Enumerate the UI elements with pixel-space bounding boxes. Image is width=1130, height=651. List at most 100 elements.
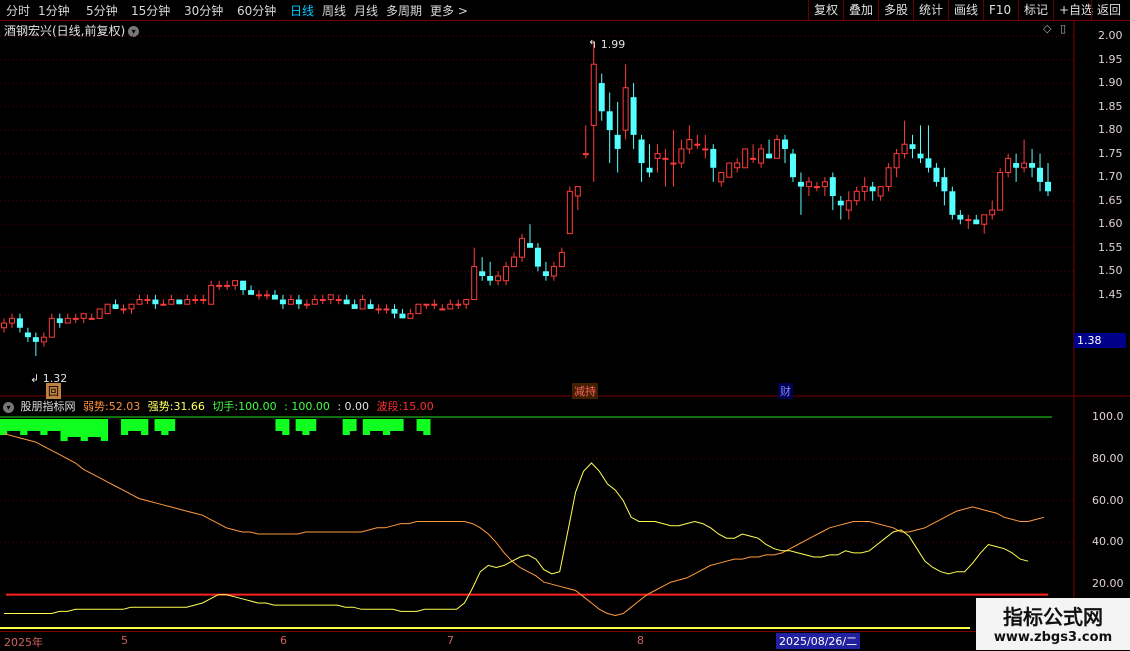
candle-body (423, 303, 430, 306)
watermark: 指标公式网 www.zbgs3.com (976, 598, 1130, 650)
chart-canvas (0, 20, 1130, 631)
candle-body (654, 153, 661, 159)
top-bar (60, 419, 68, 441)
candle-body (941, 177, 948, 192)
candle-body (327, 294, 334, 301)
event-marker-finance[interactable]: 财 (778, 383, 793, 399)
candle-body (726, 162, 733, 178)
candle-body (981, 214, 988, 225)
candle-body (295, 299, 302, 305)
candle-body (256, 294, 263, 297)
candle-body (160, 303, 167, 306)
top-bar (302, 419, 310, 435)
candle-body (303, 303, 310, 306)
candle-body (566, 190, 573, 235)
indicator-tick-label: 100.0 (1092, 410, 1124, 423)
candle-body (598, 83, 605, 112)
top-bar (389, 419, 397, 431)
candle-body (758, 148, 765, 164)
candle-body (1013, 163, 1020, 168)
selected-date: 2025/08/26/二 (776, 633, 861, 649)
candle-body (909, 144, 916, 149)
price-tick-label: 1.90 (1098, 76, 1123, 90)
candle-body (383, 308, 390, 311)
arrow-icon: ↰ (588, 38, 601, 51)
price-tick-label: 1.75 (1098, 146, 1123, 160)
switch-label: 切手: (212, 400, 239, 413)
top-bar (80, 419, 88, 441)
candle-body (351, 304, 358, 309)
date-label: 5 (121, 634, 128, 647)
chevron-down-icon[interactable]: ▾ (3, 401, 14, 413)
candle-body (136, 299, 143, 305)
top-bar (13, 419, 21, 431)
top-bar (53, 419, 61, 431)
candle-body (989, 209, 996, 216)
price-tick-label: 1.80 (1098, 123, 1123, 137)
candle-body (192, 299, 199, 302)
candle-body (511, 256, 518, 268)
candle-body (702, 148, 709, 151)
candle-body (542, 271, 549, 276)
date-axis: 2025年 5 6 7 8 2025/08/26/二 (0, 631, 1074, 651)
candle-body (232, 280, 239, 286)
watermark-title: 指标公式网 (1003, 605, 1103, 629)
candle-body (248, 290, 255, 295)
candle-body (495, 275, 502, 282)
price-tick-label: 2.00 (1098, 29, 1123, 42)
candle-body (997, 171, 1004, 211)
candle-body (885, 167, 892, 188)
candle-body (48, 317, 55, 338)
event-marker-reduce[interactable]: 减持 (572, 383, 598, 399)
strong-series-line (4, 462, 1029, 614)
candle-body (694, 143, 701, 146)
candle-body (638, 139, 645, 164)
candle-body (829, 177, 836, 196)
candle-body (614, 134, 621, 149)
candle-body (224, 284, 231, 287)
candle-body (1, 322, 7, 329)
candle-body (558, 251, 565, 268)
candle-body (869, 186, 876, 192)
price-tick-label: 1.95 (1098, 52, 1123, 66)
indicator-name[interactable]: 股朋指标网 (21, 400, 76, 413)
indicator-value-4: : 100.00 (284, 400, 330, 413)
candle-body (582, 153, 589, 156)
candle-body (877, 186, 884, 197)
price-tick-label: 1.45 (1098, 287, 1123, 301)
candle-body (359, 299, 366, 310)
top-bar (362, 419, 371, 435)
top-bar (309, 419, 317, 431)
candle-body (957, 214, 964, 220)
top-bar (416, 419, 424, 431)
candle-body (821, 181, 828, 188)
candle-body (120, 308, 127, 311)
event-marker-back[interactable]: 回 (46, 383, 61, 399)
candle-body (813, 186, 820, 189)
top-bar (161, 419, 169, 435)
candle-body (311, 299, 318, 305)
indicator-plot (0, 416, 1052, 629)
candle-body (574, 186, 581, 197)
date-label: 8 (637, 634, 644, 647)
top-bar (26, 419, 35, 431)
top-bar (134, 419, 142, 431)
candle-body (271, 294, 278, 300)
candle-body (734, 162, 741, 169)
candle-body (1045, 181, 1051, 192)
candle-body (431, 303, 438, 306)
candle-body (949, 191, 956, 215)
price-tick-label: 1.85 (1098, 99, 1123, 113)
top-bar (87, 419, 95, 437)
candle-body (861, 186, 868, 192)
candle-body (805, 181, 812, 188)
strong-label: 强势: (147, 400, 174, 413)
candle-body (168, 299, 175, 305)
top-bar (6, 419, 14, 431)
candle-body (455, 303, 462, 306)
candle-body (630, 97, 637, 135)
candle-body (8, 317, 15, 324)
candle-body (519, 237, 526, 258)
candle-body (16, 318, 23, 328)
candle-body (1005, 157, 1012, 173)
